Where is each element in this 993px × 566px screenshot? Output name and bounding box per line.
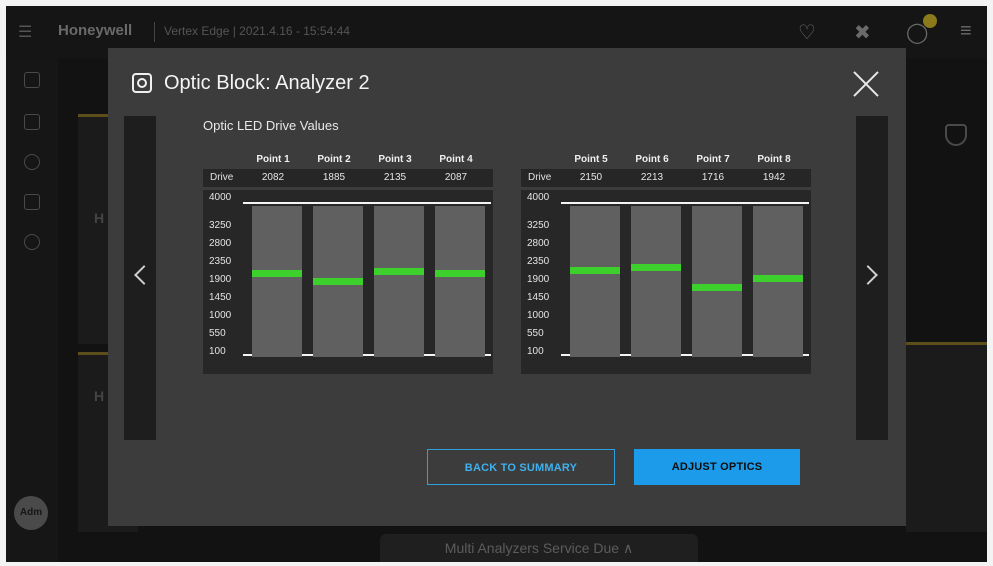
- drive-value: 2213: [640, 172, 664, 183]
- drive-value: 2150: [579, 172, 603, 183]
- back-to-summary-button[interactable]: BACK TO SUMMARY: [427, 449, 615, 485]
- y-tick-label: 550: [527, 328, 544, 339]
- drive-level-indicator: [631, 264, 681, 272]
- menu-icon[interactable]: ☰: [18, 22, 32, 42]
- point-header: Point 7: [696, 154, 730, 165]
- drive-chart: 4000 3250 2800 2350 1900 1450 1000 550 1…: [521, 190, 811, 374]
- y-tick-label: 1450: [209, 292, 232, 303]
- section-label: Optic LED Drive Values: [203, 118, 339, 133]
- modal-title: Optic Block: Analyzer 2: [164, 71, 370, 94]
- optic-block-modal: Optic Block: Analyzer 2 Optic LED Drive …: [108, 48, 906, 526]
- max-line: [561, 202, 809, 204]
- app-info: Vertex Edge | 2021.4.16 - 15:54:44: [164, 24, 350, 38]
- dashboard-icon[interactable]: [24, 72, 40, 88]
- next-page-button[interactable]: [856, 116, 888, 440]
- list-settings-icon[interactable]: ≡: [960, 20, 972, 43]
- drive-level-indicator: [374, 267, 424, 275]
- side-nav: Adm: [6, 58, 58, 562]
- drive-slot: [252, 206, 302, 357]
- close-icon[interactable]: [852, 70, 880, 98]
- status-pill[interactable]: Multi Analyzers Service Due ∧: [380, 534, 698, 562]
- y-tick-label: 100: [527, 346, 544, 357]
- drive-slot: [753, 206, 803, 357]
- prev-page-button[interactable]: [124, 116, 156, 440]
- point-header: Point 3: [378, 154, 412, 165]
- drive-row: Drive 2150 2213 1716 1942: [521, 169, 811, 187]
- chevron-right-icon: [858, 265, 878, 285]
- drive-value: 1885: [322, 172, 346, 183]
- drive-level-indicator: [692, 284, 742, 292]
- document-icon[interactable]: [24, 114, 40, 130]
- drive-panel-2: Point 5 Point 6 Point 7 Point 8 Drive 21…: [521, 148, 811, 374]
- point-header: Point 2: [317, 154, 351, 165]
- y-tick-label: 3250: [209, 220, 232, 231]
- drive-value: 1716: [701, 172, 725, 183]
- drive-value: 2082: [261, 172, 285, 183]
- point-header: Point 6: [635, 154, 669, 165]
- y-tick-label: 1900: [527, 274, 550, 285]
- brand-logo: Honeywell: [58, 22, 133, 39]
- y-tick-label: 1000: [209, 310, 232, 321]
- notification-badge: [923, 14, 937, 28]
- y-tick-label: 2350: [209, 256, 232, 267]
- tools-icon[interactable]: ✖: [854, 20, 871, 45]
- drive-level-indicator: [313, 277, 363, 285]
- analyzer-card: [906, 342, 987, 532]
- y-tick-label: 2800: [209, 238, 232, 249]
- point-header: Point 4: [439, 154, 473, 165]
- y-tick-label: 4000: [209, 192, 232, 203]
- drive-row: Drive 2082 1885 2135 2087: [203, 169, 493, 187]
- drive-value: 2135: [383, 172, 407, 183]
- optic-block-icon: [132, 73, 152, 93]
- point-header: Point 5: [574, 154, 608, 165]
- settings-icon[interactable]: [24, 154, 40, 170]
- toggles-icon[interactable]: [24, 194, 40, 210]
- drive-slot: [570, 206, 620, 357]
- drive-slot: [631, 206, 681, 357]
- drive-panel-1: Point 1 Point 2 Point 3 Point 4 Drive 20…: [203, 148, 493, 374]
- y-tick-label: 550: [209, 328, 226, 339]
- card-text: H: [94, 388, 105, 404]
- screen: ☰ Honeywell Vertex Edge | 2021.4.16 - 15…: [0, 0, 993, 566]
- drive-value: 1942: [762, 172, 786, 183]
- help-icon[interactable]: [24, 234, 40, 250]
- drive-level-indicator: [435, 269, 485, 277]
- drive-chart: 4000 3250 2800 2350 1900 1450 1000 550 1…: [203, 190, 493, 374]
- drive-level-indicator: [570, 267, 620, 274]
- y-tick-label: 1450: [527, 292, 550, 303]
- point-header: Point 8: [757, 154, 791, 165]
- drive-label: Drive: [528, 172, 552, 183]
- drive-value: 2087: [444, 172, 468, 183]
- drive-slot: [435, 206, 485, 357]
- modal-header: Optic Block: Analyzer 2: [132, 68, 370, 98]
- y-tick-label: 2800: [527, 238, 550, 249]
- adjust-optics-button[interactable]: ADJUST OPTICS: [634, 449, 800, 485]
- y-tick-label: 1000: [527, 310, 550, 321]
- y-tick-label: 100: [209, 346, 226, 357]
- card-text: H: [94, 210, 105, 226]
- divider: [154, 22, 155, 42]
- drive-level-indicator: [252, 269, 302, 277]
- max-line: [243, 202, 491, 204]
- y-tick-label: 4000: [527, 192, 550, 203]
- point-header: Point 1: [256, 154, 290, 165]
- avatar[interactable]: Adm: [14, 496, 48, 530]
- shield-icon: [945, 124, 967, 146]
- drive-level-indicator: [753, 275, 803, 283]
- drive-slot: [692, 206, 742, 357]
- bell-icon[interactable]: ♡: [798, 20, 816, 45]
- y-tick-label: 1900: [209, 274, 232, 285]
- drive-label: Drive: [210, 172, 234, 183]
- chevron-left-icon: [134, 265, 154, 285]
- y-tick-label: 2350: [527, 256, 550, 267]
- drive-slot: [374, 206, 424, 357]
- y-tick-label: 3250: [527, 220, 550, 231]
- drive-slot: [313, 206, 363, 357]
